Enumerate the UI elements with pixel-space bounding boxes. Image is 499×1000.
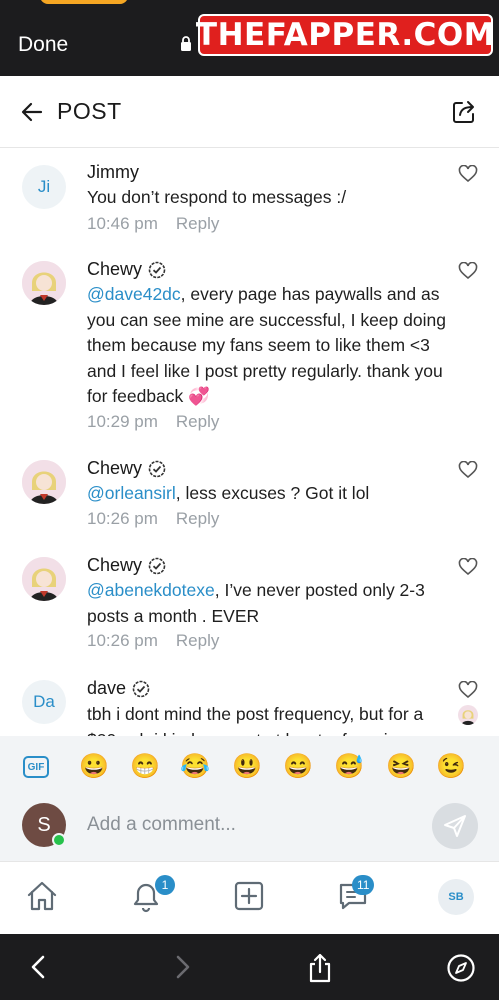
online-status-dot [52,833,66,847]
home-icon[interactable] [25,879,59,913]
reply-button[interactable]: Reply [176,631,219,650]
emoji-button[interactable]: 😄 [283,753,313,781]
browser-forward-icon[interactable] [168,953,196,981]
avatar[interactable] [22,460,66,504]
send-icon [444,815,466,837]
emoji-button[interactable]: 😃 [232,753,262,781]
emoji-button[interactable]: 😁 [130,753,160,781]
comment-meta: 10:26 pm Reply [87,631,219,651]
liked-by-avatar-image [461,710,475,725]
watermark-logo: THEFAPPER.COM [196,14,495,56]
comment-meta: 10:46 pm Reply [87,214,219,234]
browser-bottom-bar [0,934,499,1000]
avatar[interactable]: Ji [22,165,66,209]
avatar[interactable]: Da [22,680,66,724]
lock-icon [181,36,191,51]
compass-icon[interactable] [446,953,476,983]
comment-input[interactable]: Add a comment... [87,814,236,836]
browser-top-bar: Done THEFAPPER.COM [0,0,499,76]
emoji-button[interactable]: 😆 [386,753,416,781]
emoji-button[interactable]: 😀 [79,753,109,781]
avatar-image [22,261,66,305]
comment-username[interactable]: Chewy [87,555,166,576]
mention-link[interactable]: @orleansirl [87,483,176,503]
bottom-nav: 1 11 SB [0,861,499,934]
mention-link[interactable]: @abenekdotexe [87,580,215,600]
gif-button[interactable]: GIF [23,756,49,778]
comment-text: @orleansirl, less excuses ? Got it lol [87,483,370,503]
reply-button[interactable]: Reply [176,509,219,528]
comment-text: @abenekdotexe, I’ve never posted only 2-… [87,580,425,626]
comment-time: 10:26 pm [87,631,158,650]
comment-meta: 10:29 pm Reply [87,412,219,432]
send-button[interactable] [432,803,478,849]
notifications-badge: 1 [155,875,175,895]
verified-icon [148,460,166,477]
avatar[interactable] [22,557,66,601]
avatar-image [22,460,66,504]
comment-input-row: S Add a comment... [0,795,499,861]
comment-username[interactable]: Jimmy [87,162,139,183]
comment-time: 10:29 pm [87,412,158,431]
browser-back-icon[interactable] [25,953,53,981]
done-button[interactable]: Done [18,33,68,57]
post-header: POST [0,76,499,148]
back-arrow-icon[interactable] [20,100,44,124]
comment-text: You don’t respond to messages :/ [87,187,347,207]
liked-by-avatar[interactable] [458,705,478,725]
mention-link[interactable]: @dave42dc [87,284,181,304]
comment-username[interactable]: Chewy [87,458,166,479]
emoji-button[interactable]: 😉 [436,753,466,781]
messages-badge: 11 [352,875,375,895]
browser-share-icon[interactable] [306,953,334,983]
comments-list: Ji Jimmy You don’t respond to messages :… [0,149,499,736]
verified-icon [148,261,166,278]
comment-text: tbh i dont mind the post frequency, but … [87,704,426,736]
emoji-button[interactable]: 😂 [180,753,210,781]
comment-username[interactable]: dave [87,678,150,699]
heart-icon[interactable] [458,262,478,280]
comment-meta: 10:26 pm Reply [87,509,219,529]
comment-time: 10:46 pm [87,214,158,233]
comment-text: @dave42dc, every page has paywalls and a… [87,284,446,406]
add-post-icon[interactable] [232,879,266,913]
avatar[interactable] [22,261,66,305]
profile-avatar[interactable]: SB [438,879,474,915]
heart-icon[interactable] [458,461,478,479]
heart-icon[interactable] [458,681,478,699]
emoji-bar: GIF 😀 😁 😂 😃 😄 😅 😆 😉 [0,736,499,804]
heart-icon[interactable] [458,165,478,183]
heart-icon[interactable] [458,558,478,576]
status-pill [40,0,128,4]
verified-icon [148,557,166,574]
comment-username[interactable]: Chewy [87,259,166,280]
reply-button[interactable]: Reply [176,412,219,431]
reply-button[interactable]: Reply [176,214,219,233]
comment-time: 10:26 pm [87,509,158,528]
verified-icon [132,680,150,697]
avatar-image [22,557,66,601]
share-icon[interactable] [451,99,477,125]
page-title: POST [57,98,122,124]
emoji-button[interactable]: 😅 [334,753,364,781]
